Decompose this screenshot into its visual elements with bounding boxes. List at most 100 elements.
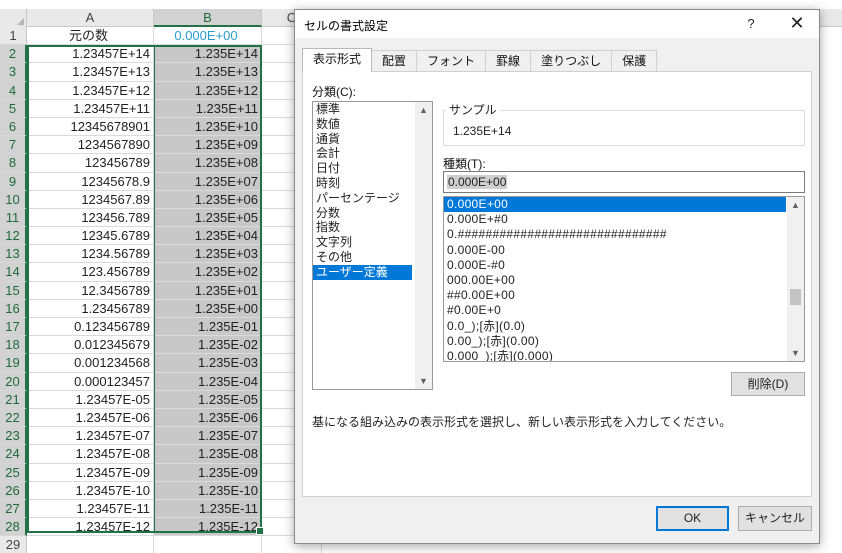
cell-a[interactable]: 123456789	[27, 154, 154, 173]
cell-b[interactable]: 1.235E+07	[154, 172, 262, 191]
cancel-button[interactable]: キャンセル	[738, 506, 812, 531]
category-list[interactable]: 標準 数値 通貨 会計 日付 時刻 パーセンテージ 分数 指数 文字列 その他 ユーザー定義 ▲ ▼	[312, 101, 433, 390]
cell-a[interactable]: 1.23457E+14	[27, 45, 154, 64]
row-number[interactable]: 24	[0, 445, 27, 464]
cell-b[interactable]: 1.235E+06	[154, 190, 262, 209]
cell-a[interactable]: 0.001234568	[27, 354, 154, 373]
row-number[interactable]: 27	[0, 499, 27, 519]
cell-a[interactable]: 1.23457E-05	[27, 390, 154, 409]
category-item[interactable]: パーセンテージ	[313, 191, 412, 206]
cell-a[interactable]: 12.3456789	[27, 281, 154, 300]
row-number[interactable]: 6	[0, 117, 27, 137]
dialog-titlebar[interactable]: セルの書式設定 ? ✕	[295, 10, 819, 38]
format-item[interactable]: 0.000E-00	[444, 243, 786, 258]
tab-font[interactable]: フォント	[416, 50, 487, 72]
row-number[interactable]: 21	[0, 390, 27, 409]
category-item[interactable]: 標準	[313, 102, 412, 117]
scroll-up-icon[interactable]: ▲	[415, 102, 432, 118]
row-number[interactable]: 25	[0, 463, 27, 482]
tab-border[interactable]: 罫線	[485, 50, 532, 72]
help-button[interactable]: ?	[741, 13, 761, 35]
row-number[interactable]: 11	[0, 208, 27, 228]
cell-b[interactable]: 1.235E+12	[154, 81, 262, 100]
scroll-thumb[interactable]	[790, 289, 801, 305]
column-header-a[interactable]: A	[27, 9, 154, 27]
cell-a[interactable]: 123456.789	[27, 208, 154, 228]
cell-b[interactable]: 1.235E+08	[154, 154, 262, 173]
row-number[interactable]: 19	[0, 354, 27, 373]
scroll-down-icon[interactable]: ▼	[415, 373, 432, 389]
row-number[interactable]: 15	[0, 281, 27, 300]
format-item[interactable]: 0.00_);[赤](0.00)	[444, 334, 786, 349]
row-number[interactable]: 18	[0, 336, 27, 355]
row-number[interactable]: 28	[0, 518, 27, 537]
format-item[interactable]: 0.##############################	[444, 227, 786, 242]
cell-b[interactable]: 1.235E+11	[154, 99, 262, 118]
category-scrollbar[interactable]: ▲ ▼	[415, 102, 432, 389]
row-number[interactable]: 26	[0, 481, 27, 500]
cell-b[interactable]: 1.235E-09	[154, 463, 262, 482]
cell-a[interactable]	[27, 536, 154, 553]
delete-button[interactable]: 削除(D)	[731, 372, 805, 396]
cell-a[interactable]: 1.23456789	[27, 299, 154, 318]
cell-a[interactable]: 12345.6789	[27, 227, 154, 246]
cell-a[interactable]: 123.456789	[27, 263, 154, 282]
row-number[interactable]: 22	[0, 408, 27, 428]
category-item[interactable]: ユーザー定義	[313, 264, 412, 280]
tab-number[interactable]: 表示形式	[302, 48, 373, 72]
scroll-up-icon[interactable]: ▲	[787, 197, 804, 213]
cell-b[interactable]: 1.235E-08	[154, 445, 262, 464]
cell-a[interactable]: 1234567890	[27, 136, 154, 155]
cell-b[interactable]: 1.235E+13	[154, 63, 262, 82]
format-item[interactable]: 0.000_);[赤](0.000)	[444, 349, 786, 361]
cell-b[interactable]: 1.235E+09	[154, 136, 262, 155]
category-item[interactable]: 日付	[313, 161, 412, 176]
category-item[interactable]: 文字列	[313, 235, 412, 250]
cell-a[interactable]: 1.23457E-10	[27, 481, 154, 500]
row-number[interactable]: 29	[0, 536, 27, 553]
category-item[interactable]: 分数	[313, 206, 412, 221]
cell-b[interactable]: 1.235E-01	[154, 318, 262, 337]
row-number[interactable]: 12	[0, 227, 27, 246]
tab-alignment[interactable]: 配置	[371, 50, 418, 72]
cell-a[interactable]: 1.23457E-08	[27, 445, 154, 464]
row-number[interactable]: 20	[0, 372, 27, 391]
cell-b[interactable]: 1.235E+04	[154, 227, 262, 246]
category-item[interactable]: その他	[313, 250, 412, 265]
cell-a[interactable]: 1234.56789	[27, 245, 154, 264]
category-item[interactable]: 指数	[313, 220, 412, 235]
cell-b[interactable]: 1.235E-05	[154, 390, 262, 409]
close-icon[interactable]: ✕	[785, 13, 809, 35]
cell-b[interactable]: 1.235E+03	[154, 245, 262, 264]
cell-b[interactable]: 1.235E-03	[154, 354, 262, 373]
row-number[interactable]: 5	[0, 99, 27, 118]
cell-a[interactable]: 0.000123457	[27, 372, 154, 391]
column-header-b[interactable]: B	[154, 9, 262, 27]
cell-a[interactable]: 1.23457E+12	[27, 81, 154, 100]
cell-a-header[interactable]: 元の数	[27, 27, 154, 46]
row-number[interactable]: 16	[0, 299, 27, 318]
cell-b[interactable]: 1.235E+01	[154, 281, 262, 300]
cell-a[interactable]: 12345678901	[27, 117, 154, 137]
cell-b[interactable]	[154, 536, 262, 553]
cell-a[interactable]: 1.23457E+13	[27, 63, 154, 82]
cell-a[interactable]: 1.23457E-07	[27, 427, 154, 446]
cell-a[interactable]: 1.23457E-09	[27, 463, 154, 482]
tab-fill[interactable]: 塗りつぶし	[530, 50, 613, 72]
cell-b[interactable]: 1.235E-07	[154, 427, 262, 446]
cell-b[interactable]: 1.235E-06	[154, 408, 262, 428]
row-number[interactable]: 17	[0, 318, 27, 337]
format-scrollbar[interactable]: ▲ ▼	[787, 197, 804, 361]
row-number[interactable]: 9	[0, 172, 27, 191]
format-item[interactable]: 0.0_);[赤](0.0)	[444, 319, 786, 334]
format-item[interactable]: ##0.00E+00	[444, 288, 786, 303]
format-item[interactable]: 000.00E+00	[444, 273, 786, 288]
cell-b[interactable]: 1.235E-02	[154, 336, 262, 355]
cell-b[interactable]: 1.235E+02	[154, 263, 262, 282]
category-item[interactable]: 通貨	[313, 132, 412, 147]
row-number[interactable]: 3	[0, 63, 27, 82]
category-item[interactable]: 数値	[313, 117, 412, 132]
row-number[interactable]: 10	[0, 190, 27, 209]
format-item[interactable]: 0.000E+00	[444, 197, 786, 213]
row-number[interactable]: 23	[0, 427, 27, 446]
